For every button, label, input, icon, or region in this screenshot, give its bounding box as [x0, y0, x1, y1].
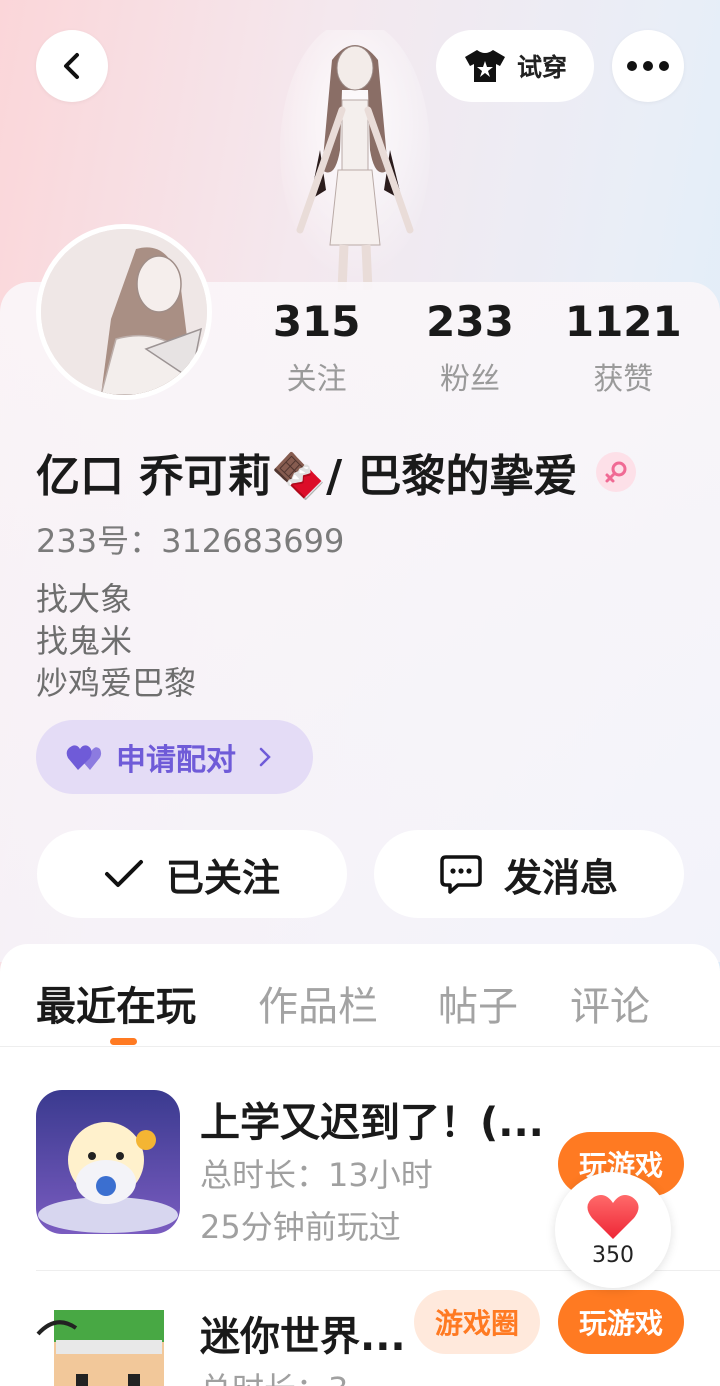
- tab-comments[interactable]: 评论: [570, 974, 650, 1032]
- request-pair-button[interactable]: 申请配对: [36, 720, 313, 794]
- send-message-button[interactable]: 发消息: [374, 830, 684, 918]
- tshirt-icon: [464, 50, 505, 82]
- stat-fans[interactable]: 233 粉丝: [393, 296, 546, 398]
- user-id: 233号：312683699: [36, 522, 345, 560]
- more-button[interactable]: [612, 30, 684, 102]
- tab-active-indicator: [110, 1038, 137, 1045]
- send-message-label: 发消息: [503, 855, 618, 900]
- check-icon: [104, 860, 143, 887]
- game-title: 迷你世界...: [200, 1314, 406, 1360]
- game-icon-egg: [36, 1090, 180, 1234]
- play-game-button[interactable]: 玩游戏: [558, 1290, 684, 1354]
- divider: [0, 1046, 720, 1047]
- female-icon: [595, 452, 636, 492]
- like-count: 350: [592, 1242, 634, 1268]
- content-section: 最近在玩 作品栏 帖子 评论 上学又迟到了！(... 总时长：13小时 25分钟…: [0, 944, 720, 1386]
- game-duration: 总时长：13小时: [200, 1156, 433, 1194]
- avatar[interactable]: [36, 224, 212, 400]
- avatar-image: [41, 229, 207, 395]
- more-dots-icon: [627, 61, 669, 71]
- tab-posts[interactable]: 帖子: [438, 974, 518, 1032]
- double-heart-icon: [66, 745, 102, 770]
- stat-fans-label: 粉丝: [439, 362, 500, 397]
- game-circle-button[interactable]: 游戏圈: [414, 1290, 540, 1354]
- stat-fans-count: 233: [426, 297, 514, 346]
- back-button[interactable]: [36, 30, 108, 102]
- profile-name: 亿口 乔可莉🍫/ 巴黎的挚爱: [36, 451, 578, 502]
- chevron-left-icon: [64, 53, 79, 79]
- game-title: 上学又迟到了！(...: [200, 1100, 544, 1146]
- try-on-label: 试穿: [516, 53, 567, 82]
- request-pair-label: 申请配对: [116, 743, 236, 778]
- tab-works[interactable]: 作品栏: [258, 974, 378, 1032]
- game-icon-mini-world: [36, 1304, 180, 1386]
- like-button[interactable]: 350: [555, 1172, 671, 1288]
- stat-following-label: 关注: [286, 362, 347, 397]
- chevron-right-icon: [259, 747, 271, 767]
- hero-avatar-figure: [280, 30, 430, 290]
- bio: 找大象 找鬼米 炒鸡爱巴黎: [36, 578, 196, 704]
- game-last-played: 25分钟前玩过: [200, 1208, 401, 1246]
- bio-line: 炒鸡爱巴黎: [36, 664, 197, 702]
- tab-bar: 最近在玩 作品栏 帖子 评论: [0, 974, 720, 1044]
- stat-likes-count: 1121: [564, 297, 682, 346]
- stat-following[interactable]: 315 关注: [240, 296, 393, 398]
- stat-likes[interactable]: 1121 获赞: [547, 296, 700, 398]
- profile-name-row: 亿口 乔可莉🍫/ 巴黎的挚爱: [36, 440, 636, 504]
- chat-bubble-icon: [440, 855, 482, 894]
- tab-recently-played[interactable]: 最近在玩: [36, 974, 196, 1032]
- bio-line: 找鬼米: [36, 622, 133, 660]
- stat-following-count: 315: [272, 297, 361, 346]
- bio-line: 找大象: [36, 580, 133, 618]
- stats-bar: 315 关注 233 粉丝 1121 获赞: [240, 296, 700, 398]
- stat-likes-label: 获赞: [593, 362, 654, 397]
- game-duration: 总时长：3: [200, 1364, 348, 1386]
- followed-button[interactable]: 已关注: [37, 830, 347, 918]
- try-on-button[interactable]: 试穿: [436, 30, 594, 102]
- followed-label: 已关注: [165, 855, 280, 900]
- heart-icon: [587, 1194, 639, 1239]
- game-item[interactable]: 迷你世界... 总时长：3 游戏圈 玩游戏: [0, 1290, 720, 1386]
